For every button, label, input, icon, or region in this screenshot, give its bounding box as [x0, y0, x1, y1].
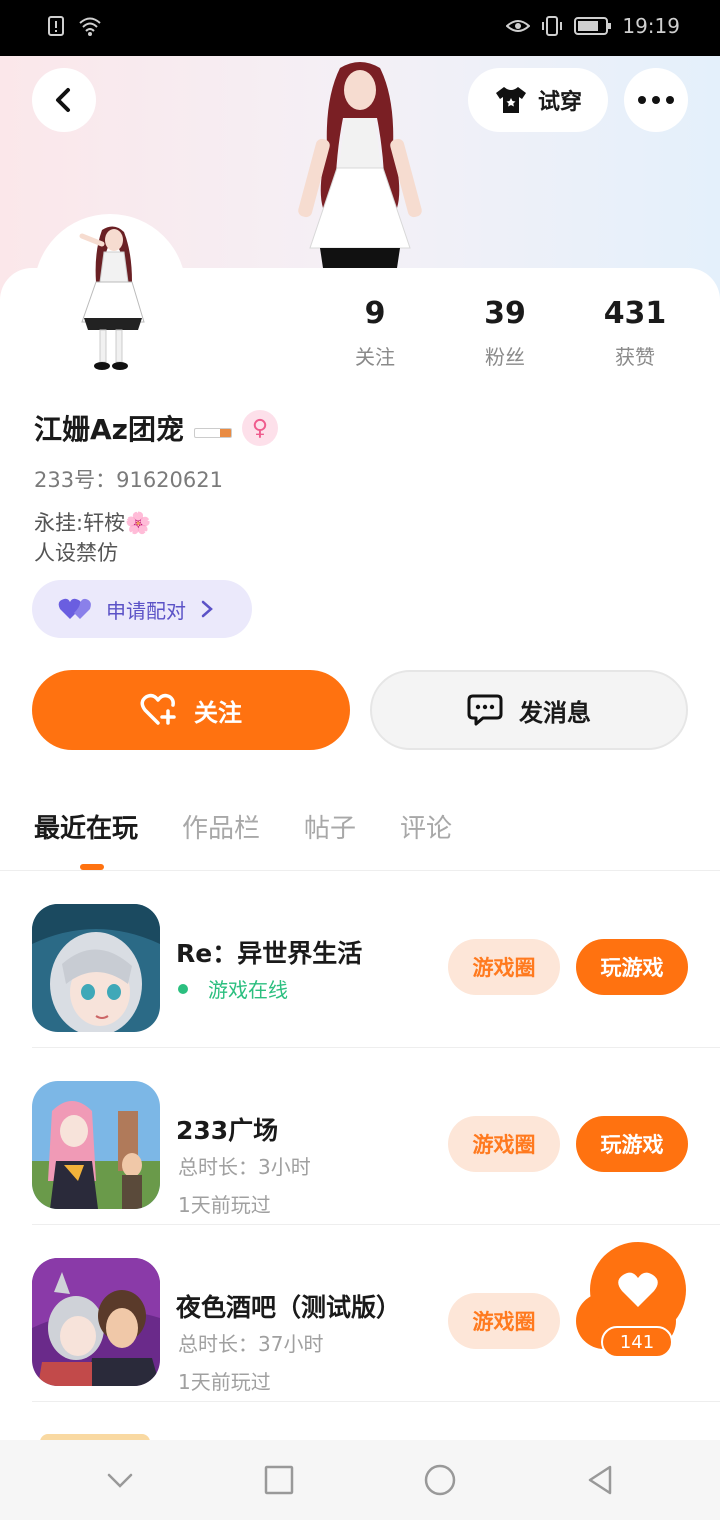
nickname: 江姗Az团宠 — [34, 413, 184, 446]
game-title: 233广场 — [176, 1116, 279, 1145]
tab-recently-played[interactable]: 最近在玩 — [34, 808, 138, 845]
home-circle-icon[interactable] — [423, 1463, 457, 1497]
divider — [32, 1224, 720, 1225]
heart-plus-icon — [140, 693, 176, 725]
tab-comments[interactable]: 评论 — [400, 808, 452, 845]
back-button[interactable] — [32, 68, 96, 132]
divider — [32, 1047, 720, 1048]
double-heart-icon — [58, 598, 91, 619]
profile-stats: 9 关注 39 粉丝 431 获赞 — [310, 296, 700, 370]
tab-works[interactable]: 作品栏 — [182, 808, 260, 845]
stat-label: 粉丝 — [485, 345, 525, 369]
game-icon-233-square — [32, 1081, 160, 1209]
list-item[interactable]: Re：异世界生活 游戏在线 游戏圈 玩游戏 — [0, 872, 720, 1048]
stat-likes[interactable]: 431 获赞 — [570, 296, 700, 370]
tab-posts[interactable]: 帖子 — [304, 808, 356, 845]
game-icon-re-zero — [32, 904, 160, 1032]
game-duration: 总时长：37小时 — [178, 1332, 324, 1356]
play-game-button[interactable]: 玩游戏 — [576, 939, 688, 995]
online-status: 游戏在线 — [178, 974, 288, 1003]
game-circle-button[interactable]: 游戏圈 — [448, 1293, 560, 1349]
try-on-button[interactable]: 试穿 — [468, 68, 608, 132]
pair-request-button[interactable]: 申请配对 — [32, 580, 252, 638]
stat-label: 获赞 — [615, 345, 655, 369]
like-button[interactable] — [590, 1242, 686, 1338]
divider — [32, 1401, 720, 1402]
vibrate-icon — [542, 16, 563, 36]
status-bar: 19:19 — [0, 0, 720, 56]
stat-following[interactable]: 9 关注 — [310, 296, 440, 370]
online-dot-icon — [178, 983, 188, 994]
game-last-played: 1天前玩过 — [178, 1193, 271, 1217]
message-label: 发消息 — [519, 698, 591, 727]
cigarette-emoji — [193, 428, 232, 438]
like-count: 141 — [601, 1326, 673, 1358]
stat-label: 关注 — [355, 345, 395, 369]
back-triangle-icon[interactable] — [584, 1464, 616, 1496]
game-circle-button[interactable]: 游戏圈 — [448, 1116, 560, 1172]
heart-icon — [618, 1272, 658, 1307]
stat-followers[interactable]: 39 粉丝 — [440, 296, 570, 370]
stat-value: 431 — [603, 296, 667, 331]
battery-icon — [574, 17, 612, 35]
stat-value: 39 — [484, 296, 526, 331]
female-gender-icon: ♀ — [241, 410, 278, 446]
profile-tabs: 最近在玩 作品栏 帖子 评论 — [34, 808, 452, 845]
chevron-left-icon — [56, 88, 70, 112]
try-on-label: 试穿 — [537, 90, 582, 115]
user-id: 233号：91620621 — [34, 464, 223, 494]
stat-value: 9 — [364, 296, 386, 331]
game-title: Re：异世界生活 — [176, 939, 363, 968]
more-button[interactable] — [624, 68, 688, 132]
follow-button[interactable]: 关注 — [32, 670, 350, 750]
bio-line: 人设禁仿 — [34, 541, 118, 565]
online-label: 游戏在线 — [208, 978, 288, 1002]
tshirt-icon — [495, 87, 526, 113]
clock: 19:19 — [622, 14, 680, 38]
system-navigation-bar — [0, 1440, 720, 1520]
wifi-icon — [79, 17, 101, 36]
chat-bubble-icon — [467, 694, 503, 726]
divider — [0, 870, 720, 871]
user-id-value: 91620621 — [116, 468, 223, 492]
game-icon-night-bar — [32, 1258, 160, 1386]
game-duration: 总时长：3小时 — [178, 1155, 311, 1179]
sim-alert-icon — [48, 16, 64, 36]
game-title: 夜色酒吧（测试版） — [176, 1293, 402, 1322]
chevron-right-icon — [201, 600, 213, 618]
game-last-played: 1天前玩过 — [178, 1370, 271, 1394]
more-dots-icon — [638, 96, 674, 104]
nickname-row: 江姗Az团宠 ♀ — [34, 408, 278, 448]
avatar[interactable] — [72, 222, 152, 372]
bio-line: 永挂:轩桉🌸 — [34, 511, 152, 535]
list-item[interactable]: 233广场 总时长：3小时 1天前玩过 游戏圈 玩游戏 — [0, 1049, 720, 1225]
pair-label: 申请配对 — [106, 598, 186, 623]
eye-icon — [506, 20, 531, 32]
chevron-down-icon[interactable] — [104, 1464, 136, 1496]
recents-square-icon[interactable] — [263, 1464, 295, 1496]
message-button[interactable]: 发消息 — [370, 670, 688, 750]
bio: 永挂:轩桉🌸 人设禁仿 — [34, 508, 151, 568]
game-circle-button[interactable]: 游戏圈 — [448, 939, 560, 995]
user-id-label: 233号： — [34, 468, 117, 492]
avatar-figure-hero — [298, 62, 422, 268]
follow-label: 关注 — [194, 698, 242, 727]
play-game-button[interactable]: 玩游戏 — [576, 1116, 688, 1172]
